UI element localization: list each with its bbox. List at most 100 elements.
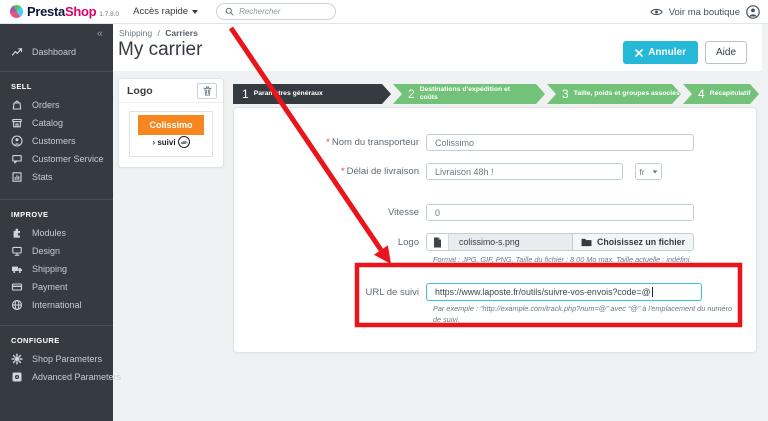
required-marker: * xyxy=(326,137,330,148)
sidebar-item-label: Customer Service xyxy=(32,154,104,164)
tracking-url-input[interactable]: https://www.laposte.fr/outils/suivre-vos… xyxy=(426,283,702,301)
sidebar-collapse-button[interactable]: « xyxy=(0,24,113,42)
sidebar-item-label: Design xyxy=(32,246,60,256)
globe-icon xyxy=(11,299,23,311)
version-label: 1.7.8.0 xyxy=(99,11,119,18)
choose-file-button[interactable]: Choisissez un fichier xyxy=(572,234,693,250)
monitor-icon xyxy=(11,245,23,257)
sidebar-item-shipping[interactable]: Shipping xyxy=(0,260,113,278)
divider xyxy=(0,199,113,200)
quick-access-label: Accès rapide xyxy=(133,6,188,17)
transit-time-input[interactable] xyxy=(426,163,623,180)
breadcrumb-separator: / xyxy=(157,28,159,38)
view-shop-link[interactable]: Voir ma boutique xyxy=(669,7,740,18)
breadcrumb-parent[interactable]: Shipping xyxy=(119,28,152,38)
wizard-step-2[interactable]: 2 Destinations d'expédition et coûts xyxy=(393,84,545,104)
cancel-button[interactable]: Annuler xyxy=(623,41,698,64)
sidebar-item-customer-service[interactable]: Customer Service xyxy=(0,150,113,168)
wizard-step-4[interactable]: 4 Récapitulatif xyxy=(683,84,759,104)
main-content: Shipping / Carriers My carrier Annuler A… xyxy=(113,24,768,421)
carrier-name-label: *Nom du transporteur xyxy=(234,137,426,148)
cancel-button-label: Annuler xyxy=(648,47,686,58)
sidebar-item-design[interactable]: Design xyxy=(0,242,113,260)
wizard-steps: 1 Paramètres généraux 2 Destinations d'e… xyxy=(233,84,761,104)
step-label: Récapitulatif xyxy=(710,90,751,98)
catalog-icon xyxy=(11,117,23,129)
sidebar-item-shop-parameters[interactable]: Shop Parameters xyxy=(0,350,113,368)
folder-icon xyxy=(581,238,592,247)
prestashop-logo-icon xyxy=(10,5,23,18)
step-number: 1 xyxy=(242,87,249,101)
language-selector[interactable]: fr xyxy=(635,163,662,180)
quick-access-dropdown[interactable]: Accès rapide xyxy=(133,6,198,17)
breadcrumb-current: Carriers xyxy=(165,28,198,38)
brand-shop: Shop xyxy=(65,4,96,19)
step-number: 4 xyxy=(698,87,705,101)
wizard-step-1[interactable]: 1 Paramètres généraux xyxy=(233,84,391,104)
colissimo-logo-top: Colissimo xyxy=(138,115,204,135)
chevron-down-icon xyxy=(192,10,198,14)
truck-icon xyxy=(11,263,23,275)
scrollbar[interactable] xyxy=(762,24,768,421)
sidebar-item-dashboard[interactable]: Dashboard xyxy=(0,42,113,62)
wizard-step-3[interactable]: 3 Taille, poids et groupes associés xyxy=(547,84,681,104)
gear-box-icon xyxy=(11,371,23,383)
page-title: My carrier xyxy=(118,39,202,61)
carrier-logo-panel: Logo Colissimo › suivi 48h xyxy=(118,78,224,168)
speed-label: Vitesse xyxy=(234,207,426,218)
prestashop-logo[interactable]: PrestaShop 1.7.8.0 xyxy=(10,4,119,19)
sidebar-nav: « Dashboard SELL Orders Catalog xyxy=(0,24,113,421)
step-label: Paramètres généraux xyxy=(254,90,323,98)
sidebar-item-modules[interactable]: Modules xyxy=(0,224,113,242)
help-button[interactable]: Aide xyxy=(705,41,747,64)
general-settings-panel: *Nom du transporteur *Délai de livraison… xyxy=(233,107,757,353)
breadcrumb: Shipping / Carriers xyxy=(119,28,198,38)
text-cursor xyxy=(652,287,653,297)
transit-time-label: *Délai de livraison xyxy=(234,166,426,177)
logo-help-text: Format : JPG, GIF, PNG. Taille du fichie… xyxy=(433,255,733,266)
step-label: Destinations d'expédition et coûts xyxy=(420,86,520,102)
sidebar-item-customers[interactable]: Customers xyxy=(0,132,113,150)
sidebar-item-label: Advanced Parameters xyxy=(32,372,121,382)
chevron-down-icon xyxy=(652,170,657,173)
content-header: Shipping / Carriers My carrier Annuler A… xyxy=(113,24,768,71)
search-icon xyxy=(225,7,234,16)
sidebar-item-payment[interactable]: Payment xyxy=(0,278,113,296)
user-avatar-icon[interactable] xyxy=(746,5,760,19)
credit-card-icon xyxy=(11,281,23,293)
sidebar-item-label: Stats xyxy=(32,172,53,182)
file-icon xyxy=(427,234,449,250)
dashboard-icon xyxy=(11,46,23,58)
required-marker: * xyxy=(341,166,345,177)
sidebar-item-label: Shipping xyxy=(32,264,67,274)
global-search[interactable] xyxy=(216,3,336,20)
sidebar-section-sell: SELL xyxy=(0,79,113,96)
stats-icon xyxy=(11,171,23,183)
sidebar-item-orders[interactable]: Orders xyxy=(0,96,113,114)
sidebar-section-improve: IMPROVE xyxy=(0,207,113,224)
close-icon xyxy=(635,49,643,57)
sidebar-item-label: Payment xyxy=(32,282,68,292)
sidebar-item-label: Customers xyxy=(32,136,76,146)
logo-filename: colissimo-s.png xyxy=(449,234,572,250)
delete-logo-button[interactable] xyxy=(197,83,217,99)
logo-field-label: Logo xyxy=(234,237,426,248)
step-number: 2 xyxy=(408,87,415,101)
carrier-logo-image: Colissimo › suivi 48h xyxy=(129,111,213,157)
carrier-name-input[interactable] xyxy=(426,134,694,151)
sidebar-item-label: Orders xyxy=(32,100,60,110)
search-input[interactable] xyxy=(239,7,324,16)
sidebar-item-advanced-parameters[interactable]: Advanced Parameters xyxy=(0,368,113,386)
sidebar-item-label: International xyxy=(32,300,82,310)
language-selector-value: fr xyxy=(639,167,644,177)
logo-panel-title: Logo xyxy=(127,85,153,97)
sidebar-item-label: Modules xyxy=(32,228,66,238)
sidebar-item-stats[interactable]: Stats xyxy=(0,168,113,186)
badge-48h: 48h xyxy=(177,135,191,149)
sidebar-item-international[interactable]: International xyxy=(0,296,113,314)
tracking-url-label: URL de suivi xyxy=(234,287,426,298)
collapse-chevrons-icon: « xyxy=(97,28,103,40)
sidebar-item-catalog[interactable]: Catalog xyxy=(0,114,113,132)
brand-presta: Presta xyxy=(27,4,65,19)
speed-input[interactable] xyxy=(426,204,694,221)
